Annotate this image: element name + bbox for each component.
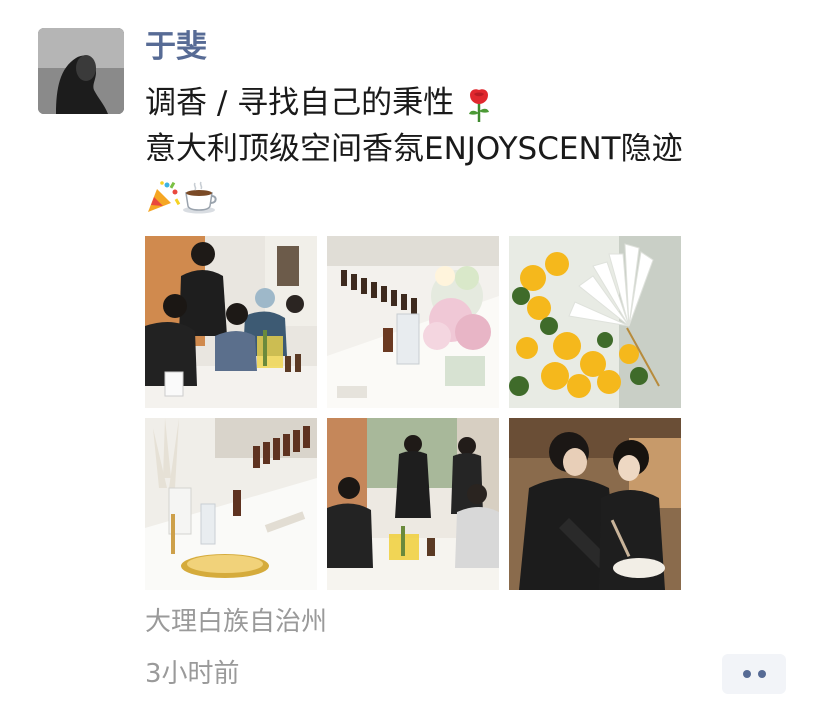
avatar[interactable] bbox=[38, 28, 124, 114]
rose-icon bbox=[469, 88, 490, 122]
photo-4[interactable] bbox=[145, 418, 317, 590]
photo-two-women-closeup bbox=[509, 418, 681, 590]
photo-group-standing-table bbox=[327, 418, 499, 590]
post-timestamp: 3小时前 bbox=[145, 659, 240, 689]
post-text-line-2: 意大利顶级空间香氛ENJOYSCENT隐迹 bbox=[145, 131, 683, 167]
post-text-line-3 bbox=[145, 172, 805, 218]
photo-grid bbox=[145, 236, 681, 590]
more-dots-icon bbox=[757, 670, 766, 678]
party-popper-icon bbox=[148, 180, 181, 212]
hot-beverage-icon bbox=[183, 181, 217, 213]
post-text: 调香 / 寻找自己的秉性 意大利顶级空间香氛ENJOYSCENT隐迹 bbox=[145, 80, 805, 218]
post-text-line-1: 调香 / 寻找自己的秉性 bbox=[145, 80, 805, 126]
more-actions-button[interactable] bbox=[722, 654, 786, 694]
photo-table-bottles-gold-tray bbox=[145, 418, 317, 590]
location-link[interactable]: 大理白族自治州 bbox=[145, 602, 327, 642]
photo-perfume-bottles-flowers bbox=[327, 236, 499, 408]
photo-2[interactable] bbox=[327, 236, 499, 408]
photo-workshop-participants bbox=[145, 236, 317, 408]
author-name[interactable]: 于斐 bbox=[145, 26, 207, 68]
photo-6[interactable] bbox=[509, 418, 681, 590]
avatar-portrait-icon bbox=[38, 28, 124, 114]
photo-5[interactable] bbox=[327, 418, 499, 590]
moments-post: 于斐 调香 / 寻找自己的秉性 意大利顶级空间香氛ENJOYSCENT隐迹 大理… bbox=[0, 0, 828, 707]
photo-yellow-flowers-paper-fan bbox=[509, 236, 681, 408]
more-dots-icon bbox=[742, 670, 751, 678]
photo-3[interactable] bbox=[509, 236, 681, 408]
photo-1[interactable] bbox=[145, 236, 317, 408]
